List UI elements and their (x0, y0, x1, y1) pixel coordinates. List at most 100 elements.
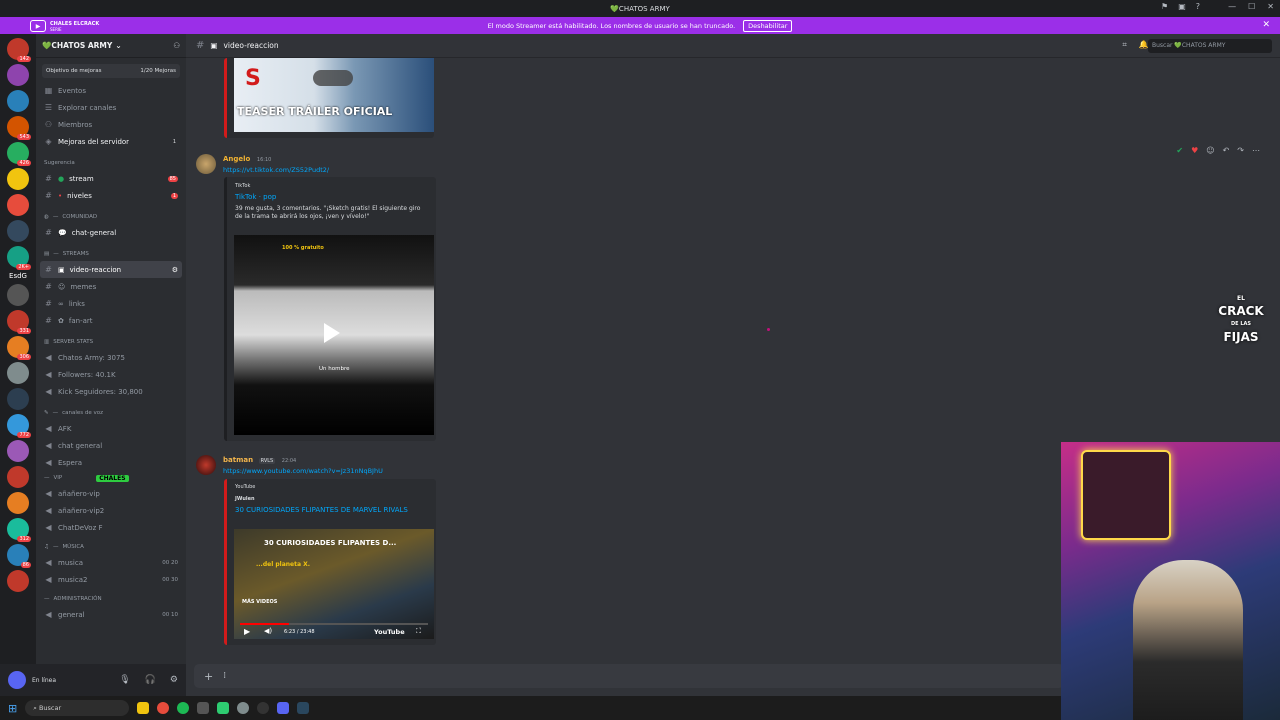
server-folder-label[interactable]: EsdG (9, 272, 27, 280)
volume-icon[interactable]: ◀) (264, 627, 272, 635)
fullscreen-icon[interactable]: ⛶ (416, 627, 421, 636)
file-explorer-icon[interactable] (137, 702, 150, 714)
play-icon[interactable]: ▶ (244, 627, 250, 636)
add-member-icon[interactable]: ⚇ (173, 41, 180, 50)
tiktok-video[interactable]: 100 % gratuito Un hombre (234, 235, 434, 435)
server-icon[interactable] (7, 466, 29, 488)
add-attachment-icon[interactable]: + (204, 670, 213, 683)
sidebar-item-members[interactable]: ⚇ Miembros (36, 116, 186, 133)
taskbar-search[interactable]: ⌕ Buscar (25, 700, 130, 716)
more-videos[interactable]: MÁS VIDEOS (242, 599, 277, 605)
play-icon[interactable] (313, 70, 353, 86)
voice-musica[interactable]: ◀ musica 00 20 (36, 554, 186, 571)
stat-kick[interactable]: ◀ Kick Seguidores: 30,800 (36, 383, 186, 400)
category-server-stats[interactable]: ▥ SERVER STATS (36, 335, 186, 349)
stat-chatos[interactable]: ◀ Chatos Army: 3075 (36, 349, 186, 366)
server-icon[interactable] (7, 90, 29, 112)
avatar[interactable] (8, 671, 26, 689)
embed-title[interactable]: 30 CURIOSIDADES FLIPANTES DE MARVEL RIVA… (235, 506, 428, 514)
server-icon[interactable]: 142 (7, 38, 31, 62)
channel-niveles[interactable]: # • niveles 1 (36, 187, 186, 204)
server-icon[interactable]: 86 (7, 544, 31, 568)
server-icon[interactable]: 2K+ (7, 246, 31, 270)
server-icon[interactable] (7, 168, 29, 190)
server-icon[interactable]: 331 (7, 310, 31, 334)
threads-icon[interactable]: ⌗ (1122, 40, 1127, 50)
discord-icon[interactable] (277, 702, 290, 714)
server-icon[interactable] (7, 388, 29, 410)
sidebar-item-events[interactable]: ▦ Eventos (36, 82, 186, 99)
voice-espera[interactable]: ◀ Espera (36, 454, 186, 471)
message-composer[interactable]: + ⁞ (194, 664, 1064, 688)
category-streams[interactable]: ▤ — STREAMS (36, 247, 186, 261)
headphones-icon[interactable]: 🎧 (145, 675, 156, 685)
inbox-icon[interactable]: ⚑ (1161, 2, 1168, 11)
server-icon[interactable] (7, 362, 29, 384)
server-icon[interactable] (7, 440, 29, 462)
close-button[interactable]: ✕ (1267, 2, 1274, 11)
server-icon[interactable]: 306 (7, 336, 31, 360)
server-icon[interactable] (7, 492, 29, 514)
category-sugerencia[interactable]: Sugerencia (36, 156, 186, 170)
voice-chatdevoz[interactable]: ◀ ChatDeVoz F (36, 519, 186, 536)
voice-vip[interactable]: ◀ añañero-vip (36, 485, 186, 502)
disable-streamer-button[interactable]: Deshabilitar (743, 19, 793, 32)
app-icon[interactable] (197, 702, 210, 714)
screen-icon[interactable]: ▣ (1178, 2, 1186, 11)
server-icon[interactable]: 312 (7, 518, 31, 542)
browser-icon[interactable] (157, 702, 170, 714)
boost-goal[interactable]: Objetivo de mejoras 1/20 Mejoras (42, 64, 180, 78)
embed-title[interactable]: TikTok · pop (235, 193, 428, 201)
stat-followers[interactable]: ◀ Followers: 40.1K (36, 366, 186, 383)
server-icon[interactable] (7, 64, 29, 86)
youtube-logo[interactable]: YouTube (374, 628, 405, 636)
spotify-icon[interactable] (177, 702, 190, 714)
message-link[interactable]: https://www.youtube.com/watch?v=Jz31nNqB… (223, 467, 383, 475)
banner-close-icon[interactable]: ✕ (1262, 20, 1270, 30)
more-icon[interactable]: ⋯ (1252, 146, 1260, 155)
forward-icon[interactable]: ↷ (1237, 146, 1244, 155)
category-musica[interactable]: ♫ — MÚSICA (36, 540, 186, 554)
avatar[interactable] (196, 154, 216, 174)
message-author[interactable]: Angelo (223, 155, 250, 163)
voice-musica2[interactable]: ◀ musica2 00 30 (36, 571, 186, 588)
channel-chat-general[interactable]: # 💬 chat-general (36, 224, 186, 241)
steam-icon[interactable] (297, 702, 310, 714)
avatar[interactable] (196, 455, 216, 475)
reply-icon[interactable]: ↶ (1223, 146, 1230, 155)
sidebar-item-explore[interactable]: ☰ Explorar canales (36, 99, 186, 116)
server-icon[interactable] (7, 220, 29, 242)
message-link[interactable]: https://vt.tiktok.com/ZS52Pudt2/ (223, 166, 329, 174)
voice-afk[interactable]: ◀ AFK (36, 420, 186, 437)
server-icon[interactable] (7, 194, 29, 216)
server-icon[interactable] (7, 570, 29, 592)
check-reaction-icon[interactable]: ✔ (1176, 146, 1183, 155)
category-comunidad[interactable]: ◍ — COMUNIDAD (36, 210, 186, 224)
sidebar-item-boost[interactable]: ◈ Mejoras del servidor 1 (36, 133, 186, 150)
add-reaction-icon[interactable]: ☺ (1206, 146, 1214, 155)
server-icon[interactable] (7, 284, 29, 306)
maximize-button[interactable]: ☐ (1248, 2, 1255, 11)
video-progress[interactable] (240, 623, 428, 625)
voice-vip2[interactable]: ◀ añañero-vip2 (36, 502, 186, 519)
channel-video-reaccion[interactable]: # ▣ video-reaccion ⚙ (40, 261, 182, 278)
embed-channel[interactable]: JWulen (235, 496, 428, 502)
message-author[interactable]: batman (223, 456, 253, 464)
server-icon[interactable]: 772 (7, 414, 31, 438)
channel-fan-art[interactable]: # ✿ fan-art (36, 312, 186, 329)
search-input[interactable]: Buscar 💚CHATOS ARMY (1148, 39, 1272, 53)
minimize-button[interactable]: — (1228, 2, 1236, 11)
mic-icon[interactable]: 🎙 (119, 675, 130, 685)
channel-memes[interactable]: # ☺ memes (36, 278, 186, 295)
windows-start-icon[interactable]: ⊞ (8, 702, 17, 715)
gear-icon[interactable]: ⚙ (170, 675, 178, 685)
category-admin[interactable]: — ADMINISTRACIÓN (36, 592, 186, 606)
server-header[interactable]: 💚CHATOS ARMY ⌄ ⚇ (36, 34, 186, 58)
channel-stream[interactable]: # ● stream 85 (36, 170, 186, 187)
gear-icon[interactable] (237, 702, 250, 714)
heart-reaction-icon[interactable]: ♥ (1191, 146, 1198, 155)
help-icon[interactable]: ? (1196, 2, 1200, 11)
server-icon[interactable]: 543 (7, 116, 31, 140)
voice-general[interactable]: ◀ general 00 10 (36, 606, 186, 623)
category-vip[interactable]: — VIP CHALES (36, 471, 186, 485)
